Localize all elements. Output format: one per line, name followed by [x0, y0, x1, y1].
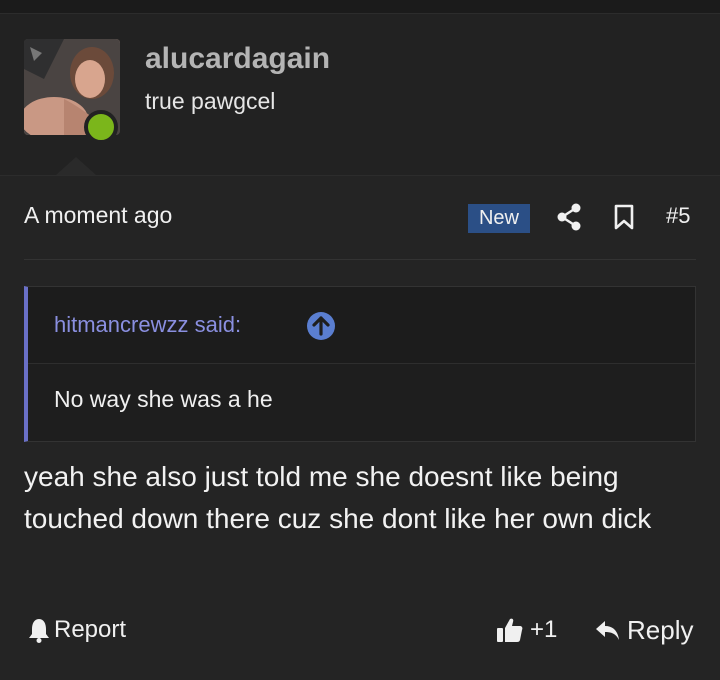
share-icon[interactable] [556, 203, 582, 231]
post: A moment ago New #5 hitmancrewzz said: N… [0, 175, 720, 680]
user-block: alucardagain true pawgcel [0, 15, 720, 175]
top-bar [0, 0, 720, 14]
post-number[interactable]: #5 [666, 203, 690, 229]
like-count: +1 [530, 616, 558, 643]
bookmark-icon[interactable] [612, 203, 636, 231]
like-button[interactable]: +1 [496, 614, 557, 646]
post-meta: A moment ago New #5 [0, 176, 720, 260]
new-badge: New [468, 204, 530, 233]
quote-text: No way she was a he [54, 386, 273, 412]
post-footer: Report +1 Reply [0, 608, 720, 648]
user-title: true pawgcel [145, 88, 276, 114]
message-pointer [56, 157, 96, 175]
post-timestamp[interactable]: A moment ago [24, 202, 172, 229]
online-status-dot [84, 110, 118, 144]
thumbs-up-icon [497, 618, 523, 642]
quote-block: hitmancrewzz said: No way she was a he [24, 286, 696, 442]
quote-author[interactable]: hitmancrewzz said: [54, 312, 241, 338]
reply-label: Reply [627, 614, 694, 645]
bell-icon [29, 619, 49, 643]
quote-header: hitmancrewzz said: [28, 287, 695, 364]
divider [24, 259, 696, 260]
report-button[interactable]: Report [28, 614, 126, 646]
post-message: yeah she also just told me she doesnt li… [24, 461, 652, 534]
reply-icon [596, 621, 619, 640]
report-label: Report [54, 616, 127, 643]
arrow-up-icon[interactable] [307, 312, 335, 340]
username[interactable]: alucardagain [145, 42, 330, 76]
reply-button[interactable]: Reply [595, 614, 693, 646]
